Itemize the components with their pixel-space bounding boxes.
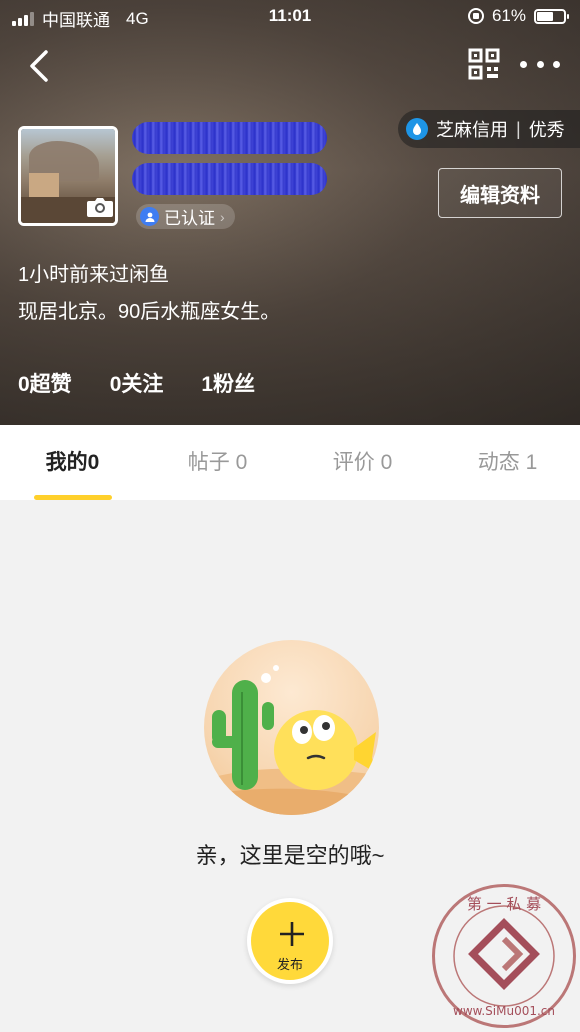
plus-icon bbox=[280, 922, 304, 946]
bio-text: 现居北京。90后水瓶座女生。 bbox=[18, 301, 281, 323]
battery-percent: 61% bbox=[491, 6, 526, 25]
cactus-fish-illustration bbox=[204, 665, 379, 815]
svg-text:www.SiMu001.cn: www.SiMu001.cn bbox=[453, 1004, 555, 1018]
credit-label: 芝麻信用 bbox=[436, 120, 508, 140]
status-bar: 中国联通 4G 11:01 61% bbox=[0, 0, 580, 34]
sesame-credit-badge[interactable]: 芝麻信用 | 优秀 bbox=[398, 110, 580, 148]
username-redacted bbox=[132, 122, 327, 154]
camera-icon bbox=[87, 198, 113, 217]
more-dots-icon bbox=[536, 60, 544, 68]
svg-text:第 一 私 募: 第 一 私 募 bbox=[467, 895, 541, 913]
stat-likes[interactable]: 0超赞 bbox=[18, 368, 72, 398]
username-redacted-line2 bbox=[132, 163, 327, 195]
verified-badge[interactable]: 已认证 › bbox=[136, 204, 235, 229]
more-button[interactable] bbox=[520, 52, 560, 76]
back-button[interactable] bbox=[24, 46, 56, 86]
more-dots-icon bbox=[553, 60, 560, 68]
stat-followers[interactable]: 1粉丝 bbox=[201, 368, 255, 398]
battery-fill bbox=[537, 11, 553, 21]
status-right: 61% bbox=[467, 6, 569, 26]
publish-button[interactable]: 发布 bbox=[247, 898, 333, 984]
empty-state-message: 亲，这里是空的哦~ bbox=[195, 843, 385, 868]
battery-icon bbox=[534, 8, 569, 24]
stat-following[interactable]: 0关注 bbox=[110, 368, 164, 398]
change-avatar-button[interactable] bbox=[86, 196, 114, 218]
tab-activity[interactable]: 动态 1 bbox=[435, 425, 580, 500]
stats-row: 0超赞 0关注 1粉丝 bbox=[18, 368, 255, 398]
watermark-seal: 第 一 私 募 www.SiMu001.cn bbox=[432, 884, 576, 1028]
chevron-right-icon: › bbox=[220, 208, 225, 225]
profile-tabs: 我的0 帖子 0 评价 0 动态 1 bbox=[0, 425, 580, 500]
publish-label: 发布 bbox=[276, 957, 303, 972]
watermark-logo: 第 一 私 募 www.SiMu001.cn bbox=[453, 895, 555, 1018]
sesame-credit-icon bbox=[406, 118, 428, 140]
verified-user-icon bbox=[140, 207, 159, 226]
edit-profile-button[interactable]: 编辑资料 bbox=[438, 168, 562, 218]
qr-code-button[interactable] bbox=[468, 48, 500, 80]
tab-posts[interactable]: 帖子 0 bbox=[145, 425, 290, 500]
qr-code-icon bbox=[468, 48, 500, 80]
tab-mine[interactable]: 我的0 bbox=[0, 425, 145, 500]
last-seen-text: 1小时前来过闲鱼 bbox=[18, 264, 170, 286]
chevron-left-icon bbox=[30, 50, 48, 82]
tab-reviews[interactable]: 评价 0 bbox=[290, 425, 435, 500]
profile-header: 中国联通 4G 11:01 61% 芝麻信用 | 优秀 已认证 › 编辑资料 1… bbox=[0, 0, 580, 425]
verified-label: 已认证 bbox=[164, 209, 215, 228]
rotation-lock-icon bbox=[467, 8, 484, 24]
more-dots-icon bbox=[520, 60, 527, 68]
credit-level: 优秀 bbox=[528, 120, 565, 140]
empty-state-illustration bbox=[204, 640, 379, 815]
credit-divider: | bbox=[516, 118, 521, 139]
